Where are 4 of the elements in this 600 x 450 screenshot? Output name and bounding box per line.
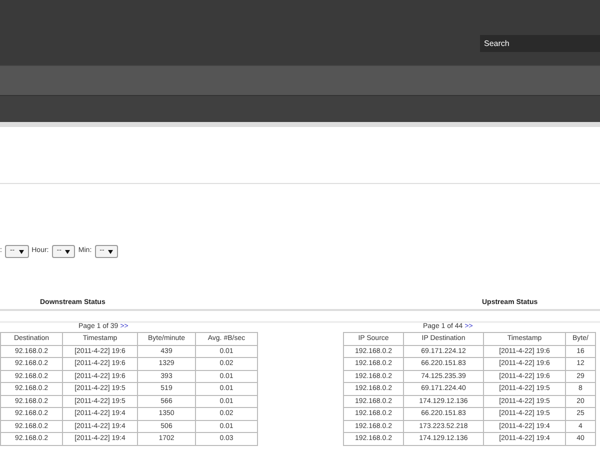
search-field[interactable]: Search bbox=[480, 35, 600, 52]
caret-icon bbox=[18, 250, 24, 254]
caret-icon bbox=[65, 250, 70, 254]
caret-icon bbox=[108, 250, 114, 254]
